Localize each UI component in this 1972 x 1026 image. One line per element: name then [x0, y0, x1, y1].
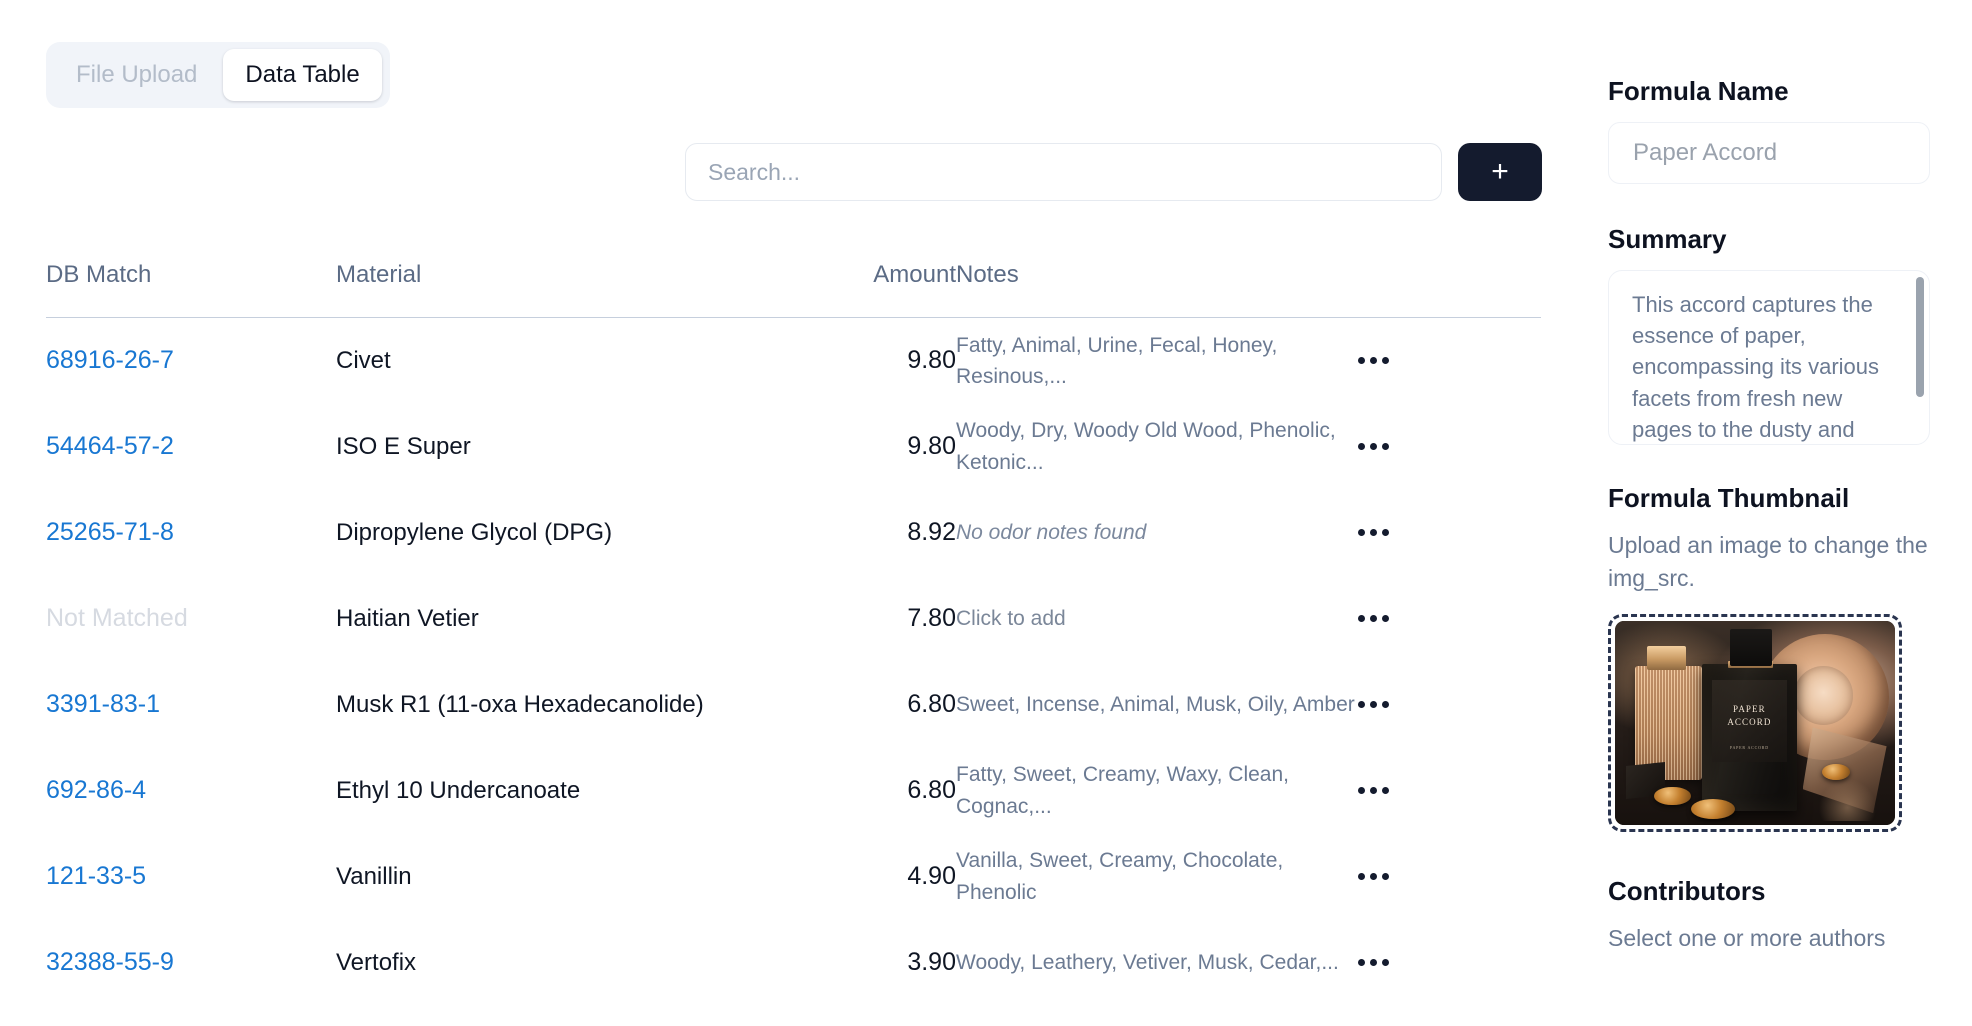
odor-notes[interactable]: Fatty, Animal, Urine, Fecal, Honey, Resi…: [956, 318, 1356, 404]
contributors-label: Contributors: [1608, 876, 1766, 907]
odor-notes[interactable]: Woody, Dry, Woody Old Wood, Phenolic, Ke…: [956, 404, 1356, 490]
summary-label: Summary: [1608, 224, 1727, 254]
search-input[interactable]: [685, 143, 1442, 201]
row-actions-cell: [1356, 404, 1541, 490]
bottle-label-line2: ACCORD: [1727, 716, 1772, 727]
tab-data-table[interactable]: Data Table: [223, 49, 382, 101]
material-name: Vanillin: [336, 862, 412, 890]
formula-thumbnail-label: Formula Thumbnail: [1608, 483, 1850, 513]
row-menu-icon[interactable]: [1356, 867, 1391, 886]
bottle-label-sub: PAPER ACCORD: [1729, 744, 1769, 750]
row-menu-icon[interactable]: [1356, 781, 1391, 800]
row-actions-cell: [1356, 576, 1541, 662]
app-root: File Upload Data Table + DB Match Materi…: [0, 0, 1972, 1026]
table-header: DB Match Material Amount Notes: [46, 255, 1541, 318]
column-header-actions: [1356, 255, 1541, 318]
amount-value: 8.92: [907, 518, 956, 546]
material-name: Civet: [336, 346, 391, 374]
add-row-button[interactable]: +: [1458, 143, 1542, 201]
odor-notes: No odor notes found: [956, 520, 1147, 544]
cas-number-link[interactable]: 3391-83-1: [46, 662, 336, 748]
table-row: Not Matched Haitian Vetier 7.80 Click to…: [46, 576, 1541, 662]
summary-scrollbar[interactable]: [1916, 277, 1924, 397]
thumbnail-help-text: Upload an image to change the img_src.: [1608, 532, 1928, 591]
material-name: Haitian Vetier: [336, 604, 479, 632]
table-row: 54464-57-2 ISO E Super 9.80 Woody, Dry, …: [46, 404, 1541, 490]
formula-name-label: Formula Name: [1608, 76, 1789, 106]
summary-text: This accord captures the essence of pape…: [1632, 292, 1880, 442]
material-name: Vertofix: [336, 948, 417, 976]
row-menu-icon[interactable]: [1356, 953, 1391, 972]
table-body: 68916-26-7 Civet 9.80 Fatty, Animal, Uri…: [46, 318, 1541, 1006]
dried-sprig-decoration: [1816, 776, 1879, 822]
table-header-row: DB Match Material Amount Notes: [46, 255, 1541, 318]
row-actions-cell: [1356, 834, 1541, 920]
material-name: Dipropylene Glycol (DPG): [336, 518, 613, 546]
formula-details-panel: Formula Name Summary This accord capture…: [1608, 0, 1972, 1026]
summary-textarea[interactable]: This accord captures the essence of pape…: [1608, 270, 1930, 445]
cas-number-link[interactable]: 68916-26-7: [46, 318, 336, 404]
row-actions-cell: [1356, 318, 1541, 404]
table-row: 25265-71-8 Dipropylene Glycol (DPG) 8.92…: [46, 490, 1541, 576]
amber-gem: [1654, 786, 1691, 805]
gold-bottle-cap: [1647, 645, 1687, 671]
amount-value: 6.80: [907, 776, 956, 804]
amount-value: 7.80: [907, 604, 956, 632]
amount-value: 6.80: [907, 690, 956, 718]
amount-value: 4.90: [907, 862, 956, 890]
odor-notes[interactable]: Fatty, Sweet, Creamy, Waxy, Clean, Cogna…: [956, 748, 1356, 834]
formula-materials-table: DB Match Material Amount Notes 68916-26-…: [46, 255, 1541, 1006]
material-name: Musk R1 (11-oxa Hexadecanolide): [336, 690, 704, 718]
odor-notes[interactable]: Woody, Leathery, Vetiver, Musk, Cedar,..…: [956, 920, 1356, 1006]
formula-name-input[interactable]: [1608, 122, 1930, 184]
bottle-label-line1: PAPER: [1733, 703, 1766, 714]
row-menu-icon[interactable]: [1356, 695, 1391, 714]
view-tabs: File Upload Data Table: [46, 42, 390, 108]
cas-number-link[interactable]: 54464-57-2: [46, 404, 336, 490]
contributors-select-hint[interactable]: Select one or more authors: [1608, 922, 1938, 954]
table-row: 68916-26-7 Civet 9.80 Fatty, Animal, Uri…: [46, 318, 1541, 404]
table-toolbar: +: [685, 143, 1542, 201]
row-menu-icon[interactable]: [1356, 351, 1391, 370]
formula-thumbnail-dropzone[interactable]: PAPER ACCORD PAPER ACCORD: [1608, 614, 1902, 833]
tab-file-upload[interactable]: File Upload: [54, 49, 219, 101]
table-row: 121-33-5 Vanillin 4.90 Vanilla, Sweet, C…: [46, 834, 1541, 920]
table-row: 32388-55-9 Vertofix 3.90 Woody, Leathery…: [46, 920, 1541, 1006]
amount-value: 9.80: [907, 346, 956, 375]
black-bottle-cap: [1729, 629, 1772, 667]
odor-notes[interactable]: Sweet, Incense, Animal, Musk, Oily, Ambe…: [956, 662, 1356, 748]
odor-notes-add[interactable]: Click to add: [956, 576, 1356, 662]
odor-notes[interactable]: Vanilla, Sweet, Creamy, Chocolate, Pheno…: [956, 834, 1356, 920]
cas-number-link[interactable]: 25265-71-8: [46, 490, 336, 576]
row-actions-cell: [1356, 662, 1541, 748]
column-header-db-match[interactable]: DB Match: [46, 255, 336, 318]
bottle-label: PAPER ACCORD PAPER ACCORD: [1711, 680, 1788, 763]
column-header-material[interactable]: Material: [336, 255, 756, 318]
cas-number-unmatched: Not Matched: [46, 604, 188, 632]
cas-number-link[interactable]: 32388-55-9: [46, 920, 336, 1006]
row-menu-icon[interactable]: [1356, 523, 1391, 542]
table-row: 3391-83-1 Musk R1 (11-oxa Hexadecanolide…: [46, 662, 1541, 748]
amount-value: 9.80: [907, 432, 956, 460]
row-actions-cell: [1356, 920, 1541, 1006]
cas-number-link[interactable]: 692-86-4: [46, 748, 336, 834]
amount-value: 3.90: [907, 948, 956, 976]
data-table-container: DB Match Material Amount Notes 68916-26-…: [46, 255, 1541, 1006]
row-menu-icon[interactable]: [1356, 609, 1391, 628]
material-name: Ethyl 10 Undercanoate: [336, 776, 581, 804]
material-name: ISO E Super: [336, 432, 471, 460]
table-row: 692-86-4 Ethyl 10 Undercanoate 6.80 Fatt…: [46, 748, 1541, 834]
formula-thumbnail-image: PAPER ACCORD PAPER ACCORD: [1615, 621, 1895, 826]
row-actions-cell: [1356, 490, 1541, 576]
column-header-notes[interactable]: Notes: [956, 255, 1356, 318]
row-actions-cell: [1356, 748, 1541, 834]
column-header-amount[interactable]: Amount: [756, 255, 956, 318]
row-menu-icon[interactable]: [1356, 437, 1391, 456]
cas-number-link[interactable]: 121-33-5: [46, 834, 336, 920]
